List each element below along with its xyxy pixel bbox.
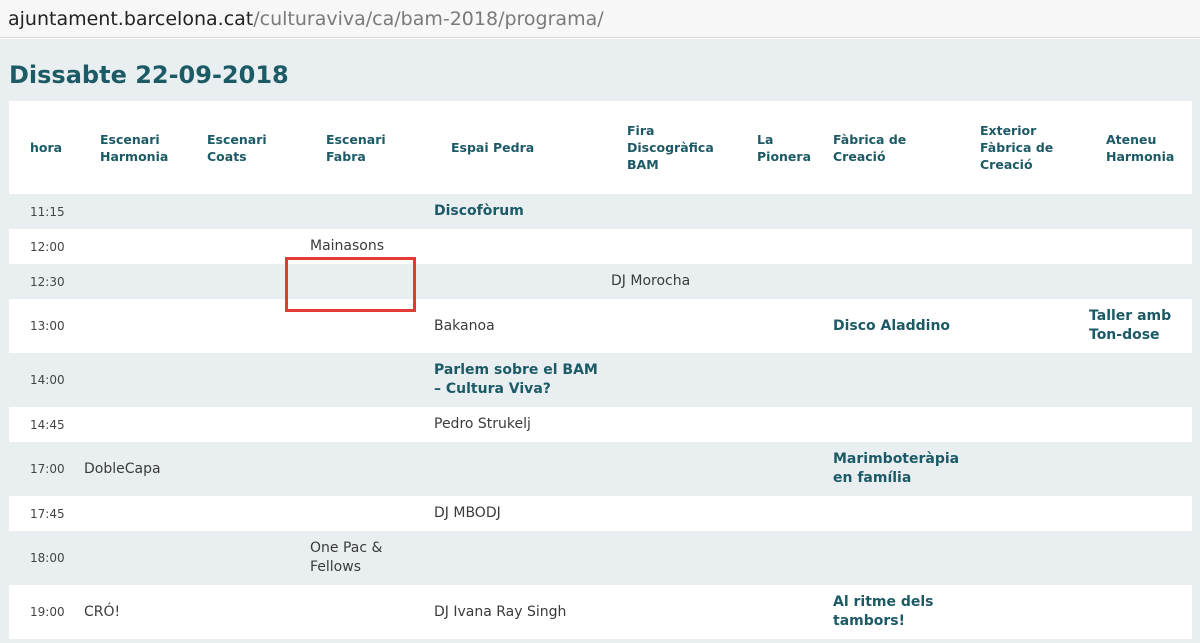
column-header-fabrica-de-creacio: Fàbrica de Creació (833, 101, 906, 194)
day-title: Dissabte 22-09-2018 (9, 61, 289, 89)
event-title: DobleCapa (84, 460, 161, 477)
time-cell: 12:00 (30, 239, 65, 254)
event-title: Mainasons (310, 238, 385, 254)
column-header-text: Escenari (100, 131, 160, 147)
column-header-text: Fàbrica de (833, 131, 907, 147)
event-link[interactable]: Taller amb Ton-dose (1089, 299, 1171, 353)
event-title: Ton-dose (1089, 327, 1160, 343)
column-header-text: Discogràfica (627, 140, 714, 155)
column-header-text: Creació (980, 157, 1033, 172)
column-header-text: Fàbrica de (980, 140, 1054, 155)
table-row: 12:30 DJ Morocha (9, 264, 1192, 299)
event-link[interactable]: Discofòrum (434, 194, 524, 229)
event-cell: Mainasons (310, 229, 384, 264)
table-row: 12:00 Mainasons (9, 229, 1192, 264)
time-cell: 19:00 (30, 605, 65, 619)
event-title: Al ritme dels (833, 594, 934, 610)
event-title: – Cultura Viva? (434, 381, 551, 397)
column-header-text: Pionera (757, 148, 812, 164)
event-cell: DobleCapa (84, 442, 161, 496)
column-header-text: Harmonia (1106, 148, 1175, 164)
time-cell: 12:30 (30, 274, 65, 289)
column-header-text: La (757, 131, 774, 147)
event-title: en família (833, 470, 912, 486)
table-header: hora Escenari Harmonia Escenari Coats Escenar… (9, 101, 1192, 194)
page-content: Dissabte 22-09-2018 hora Escenari Harmonia… (0, 39, 1200, 643)
column-header-text: Escenari (207, 131, 267, 147)
event-cell: DJ Ivana Ray Singh (434, 585, 566, 639)
column-header-escenari-fabra: Escenari Fabra (326, 101, 386, 194)
url-domain: ajuntament.barcelona.cat (8, 8, 254, 30)
event-cell: CRÓ! (84, 585, 120, 639)
column-header-hora: hora (30, 101, 62, 194)
event-link[interactable]: Parlem sobre el BAM – Cultura Viva? (434, 353, 598, 407)
table-row: 13:00 Bakanoa Disco Aladdino Taller amb Ton-… (9, 299, 1192, 353)
event-title: tambors! (833, 613, 905, 629)
event-cell: One Pac & Fellows (310, 531, 382, 585)
event-link[interactable]: Al ritme dels tambors! (833, 585, 934, 639)
event-cell: Pedro Strukelj (434, 407, 531, 442)
column-header-text: Exterior (980, 123, 1037, 138)
column-header-escenari-coats: Escenari Coats (207, 101, 267, 194)
event-title: One Pac & (310, 540, 383, 556)
time-cell: 14:45 (30, 417, 65, 432)
event-title: DJ Ivana Ray Singh (434, 603, 567, 620)
time-cell: 17:45 (30, 506, 65, 521)
column-header-text: Fira (627, 123, 655, 138)
table-row: 17:00 DobleCapa Marimboteràpia en família (9, 442, 1192, 496)
time-cell: 14:00 (30, 373, 65, 387)
column-header-escenari-harmonia: Escenari Harmonia (100, 101, 168, 194)
column-header-text: BAM (627, 157, 659, 172)
schedule-table: hora Escenari Harmonia Escenari Coats Escenar… (9, 101, 1192, 639)
time-cell: 11:15 (30, 204, 65, 219)
event-link[interactable]: Marimboteràpia en família (833, 442, 959, 496)
address-bar[interactable]: ajuntament.barcelona.cat/culturaviva/ca/… (0, 0, 1200, 38)
column-header-text: Espai Pedra (451, 140, 535, 155)
time-cell: 18:00 (30, 551, 65, 565)
time-cell: 17:00 (30, 462, 65, 476)
column-header-text: Creació (833, 148, 886, 164)
column-header-text: hora (30, 140, 63, 155)
table-row: 17:45 DJ MBODJ (9, 496, 1192, 531)
event-title: Discofòrum (434, 203, 524, 219)
column-header-text: Fabra (326, 148, 366, 164)
url-path: /culturaviva/ca/bam-2018/programa/ (253, 8, 604, 30)
event-link[interactable]: Disco Aladdino (833, 299, 950, 353)
event-title: DJ MBODJ (434, 505, 501, 521)
event-title: CRÓ! (84, 603, 121, 620)
event-cell: Bakanoa (434, 299, 495, 353)
event-cell: DJ Morocha (611, 264, 690, 299)
table-row: 11:15 Discofòrum (9, 194, 1192, 229)
event-title: Parlem sobre el BAM (434, 362, 598, 378)
time-cell: 13:00 (30, 319, 65, 333)
column-header-text: Coats (207, 148, 247, 164)
event-title: DJ Morocha (611, 273, 691, 289)
table-row: 14:00 Parlem sobre el BAM – Cultura Viva? (9, 353, 1192, 407)
event-title: Pedro Strukelj (434, 416, 531, 432)
column-header-text: Ateneu (1106, 131, 1157, 147)
column-header-exterior-fabrica-de-creacio: Exterior Fàbrica de Creació (980, 101, 1053, 194)
column-header-text: Harmonia (100, 148, 169, 164)
table-row: 19:00 CRÓ! DJ Ivana Ray Singh Al ritme dels… (9, 585, 1192, 639)
event-title: Bakanoa (434, 317, 495, 334)
table-row: 18:00 One Pac & Fellows (9, 531, 1192, 585)
column-header-text: Escenari (326, 131, 386, 147)
column-header-ateneu-harmonia: Ateneu Harmonia (1106, 101, 1174, 194)
column-header-espai-pedra: Espai Pedra (451, 101, 534, 194)
event-title: Disco Aladdino (833, 317, 951, 334)
event-title: Taller amb (1089, 308, 1172, 324)
column-header-fira-discografica-bam: Fira Discogràfica BAM (627, 101, 714, 194)
event-title: Marimboteràpia (833, 451, 960, 467)
event-title: Fellows (310, 559, 361, 575)
event-cell: DJ MBODJ (434, 496, 501, 531)
table-row: 14:45 Pedro Strukelj (9, 407, 1192, 442)
column-header-la-pionera: La Pionera (757, 101, 811, 194)
